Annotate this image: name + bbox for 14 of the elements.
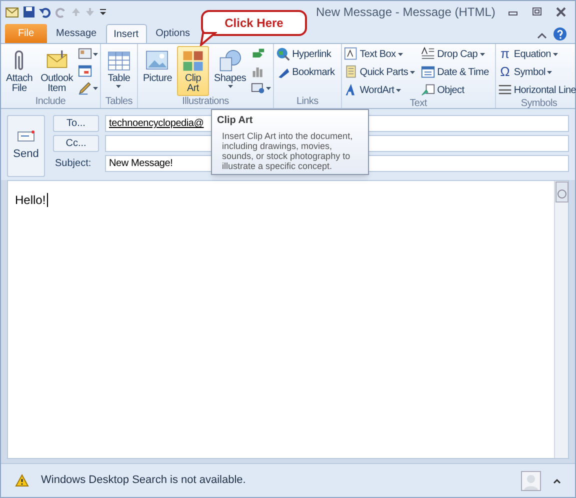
message-text: Hello!: [15, 193, 48, 207]
group-label: Tables: [104, 96, 134, 108]
group-label: Include: [34, 96, 67, 108]
status-message: Windows Desktop Search is not available.: [41, 473, 247, 488]
window-title: New Message - Message (HTML): [316, 4, 496, 21]
field-label: Subject:: [54, 157, 92, 171]
symbol-glyph: Ω: [499, 64, 511, 80]
tooltip-title: Clip Art: [217, 114, 254, 128]
group-label: Links: [295, 96, 320, 108]
group-label: Symbols: [520, 98, 558, 110]
symbol-glyph: π: [500, 46, 510, 62]
group-label: Text: [408, 98, 428, 110]
tooltip-text: Insert Clip Art into the document, including drawings, movies, sounds, or stock photography to illustrate a specific concept.: [221, 131, 354, 171]
group-label: Illustrations: [181, 96, 230, 108]
